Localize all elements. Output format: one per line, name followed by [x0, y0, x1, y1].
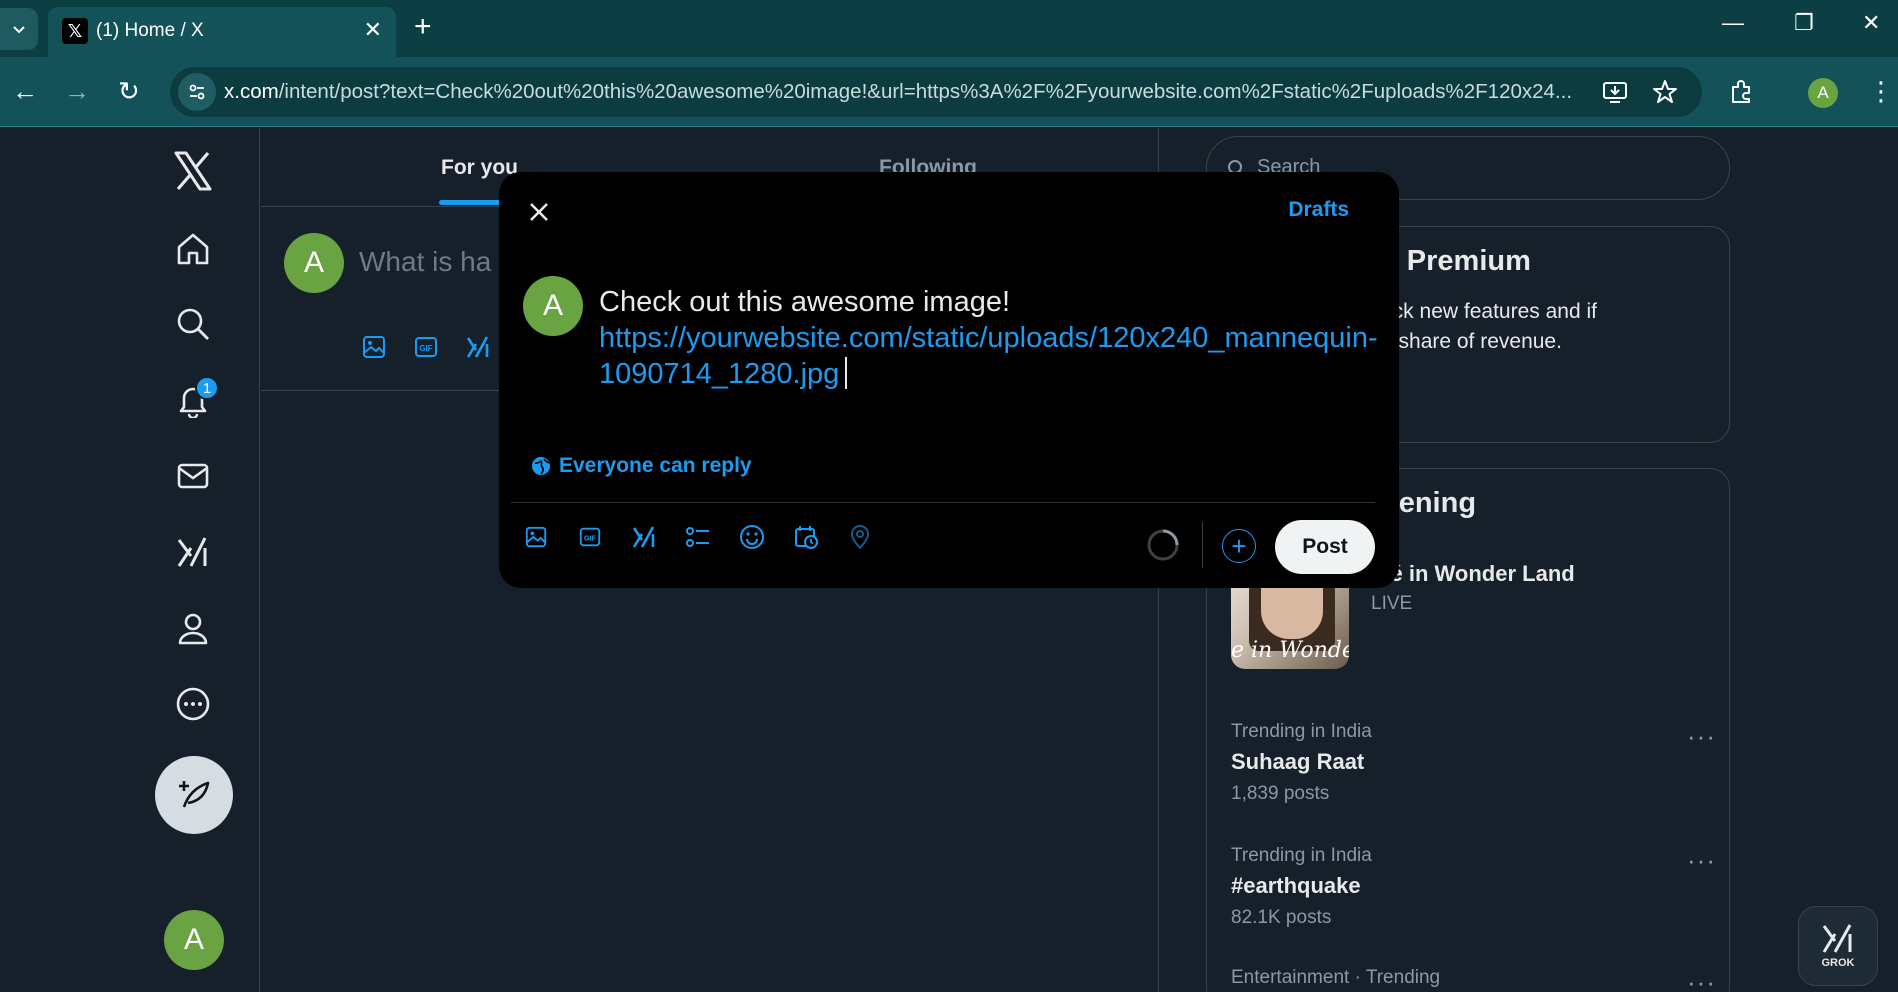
composer-placeholder[interactable]: What is ha	[359, 246, 491, 278]
reply-setting-button[interactable]: Everyone can reply	[531, 454, 752, 478]
poll-icon[interactable]	[685, 524, 711, 550]
trend-more-icon[interactable]: ···	[1687, 967, 1716, 992]
forward-arrow-icon[interactable]: →	[64, 77, 90, 105]
close-modal-button[interactable]	[519, 192, 559, 232]
account-avatar[interactable]: A	[164, 910, 224, 970]
x-logo-icon[interactable]	[168, 146, 218, 196]
post-link: https://yourwebsite.com/static/uploads/1…	[599, 322, 1378, 390]
omnibox[interactable]: x.com/intent/post?text=Check%20out%20thi…	[170, 67, 1702, 117]
media-image-icon[interactable]	[523, 524, 549, 550]
chevron-down-icon	[13, 26, 25, 34]
x-logo-icon: 𝕏	[62, 18, 88, 44]
home-icon[interactable]	[168, 224, 218, 274]
more-options-icon[interactable]	[168, 679, 218, 729]
compose-post-modal: Drafts A Check out this awesome image! h…	[499, 172, 1399, 588]
close-icon	[530, 203, 548, 221]
bookmark-star-icon[interactable]	[1652, 79, 1678, 105]
browser-tab[interactable]: 𝕏 (1) Home / X ✕	[48, 7, 396, 57]
compose-post-button[interactable]	[155, 756, 233, 834]
compose-toolbar: GIF	[523, 524, 873, 550]
emoji-icon[interactable]	[739, 524, 765, 550]
browser-menu-icon[interactable]: ⋮	[1868, 77, 1894, 105]
restore-icon[interactable]: ❐	[1794, 10, 1814, 36]
drafts-link[interactable]: Drafts	[1288, 198, 1349, 222]
grok-icon	[1822, 924, 1852, 953]
minimize-icon[interactable]: —	[1722, 10, 1744, 36]
premium-title: o Premium	[1381, 245, 1531, 277]
grok-icon[interactable]	[465, 334, 491, 360]
tab-title: (1) Home / X	[96, 20, 204, 41]
gif-icon[interactable]: GIF	[413, 334, 439, 360]
notification-count-badge: 1	[195, 376, 219, 400]
composer-avatar: A	[284, 233, 344, 293]
messages-mail-icon[interactable]	[168, 451, 218, 501]
trend-item[interactable]: Entertainment · Trending	[1231, 967, 1440, 989]
location-pin-icon[interactable]	[847, 524, 873, 550]
compose-avatar: A	[523, 276, 583, 336]
gif-icon[interactable]: GIF	[577, 524, 603, 550]
tab-close-icon[interactable]: ✕	[364, 19, 382, 41]
close-window-icon[interactable]: ✕	[1862, 10, 1880, 36]
premium-description: ock new features and if a share of reven…	[1381, 300, 1597, 353]
post-text-editor[interactable]: Check out this awesome image! https://yo…	[599, 284, 1379, 392]
svg-text:GIF: GIF	[584, 534, 597, 543]
text-caret	[845, 357, 848, 389]
grok-label: GROK	[1821, 957, 1855, 969]
grok-floating-button[interactable]: GROK	[1798, 906, 1878, 986]
install-app-icon[interactable]	[1602, 79, 1628, 105]
svg-text:GIF: GIF	[419, 344, 432, 353]
trend-item[interactable]: Trending in India Suhaag Raat 1,839 post…	[1231, 721, 1372, 805]
site-info-icon[interactable]	[178, 73, 216, 111]
browser-tab-bar: 𝕏 (1) Home / X ✕ + — ❐ ✕	[0, 0, 1898, 57]
event-live-status: LIVE	[1371, 593, 1413, 614]
new-tab-button[interactable]: +	[414, 12, 432, 42]
back-arrow-icon[interactable]: ←	[12, 77, 38, 105]
url-text[interactable]: x.com/intent/post?text=Check%20out%20thi…	[224, 80, 1594, 104]
reload-icon[interactable]: ↻	[118, 77, 140, 105]
trend-item[interactable]: Trending in India #earthquake 82.1K post…	[1231, 845, 1372, 929]
schedule-icon[interactable]	[793, 524, 819, 550]
grok-icon[interactable]	[168, 527, 218, 577]
explore-search-icon[interactable]	[168, 299, 218, 349]
media-image-icon[interactable]	[361, 334, 387, 360]
browser-profile-avatar[interactable]: A	[1808, 78, 1838, 108]
left-navigation: 1 A	[0, 128, 260, 992]
profile-person-icon[interactable]	[168, 603, 218, 653]
grok-icon[interactable]	[631, 524, 657, 550]
post-text: Check out this awesome image!	[599, 286, 1011, 318]
feather-plus-icon	[179, 781, 210, 808]
character-count-ring	[1147, 529, 1179, 561]
globe-icon	[532, 457, 550, 475]
tab-search-button[interactable]	[0, 8, 38, 50]
address-bar: ← → ↻ x.com/intent/post?text=Check%20out…	[0, 57, 1898, 127]
trend-more-icon[interactable]: ···	[1687, 721, 1716, 752]
divider	[511, 502, 1375, 503]
divider	[1202, 522, 1203, 568]
event-title[interactable]: loé in Wonder Land	[1371, 561, 1575, 587]
trend-more-icon[interactable]: ···	[1687, 845, 1716, 876]
post-button[interactable]: Post	[1275, 520, 1375, 574]
extensions-icon[interactable]	[1728, 79, 1754, 105]
composer-toolbar: GIF	[361, 334, 491, 360]
add-thread-button[interactable]: +	[1222, 529, 1256, 563]
